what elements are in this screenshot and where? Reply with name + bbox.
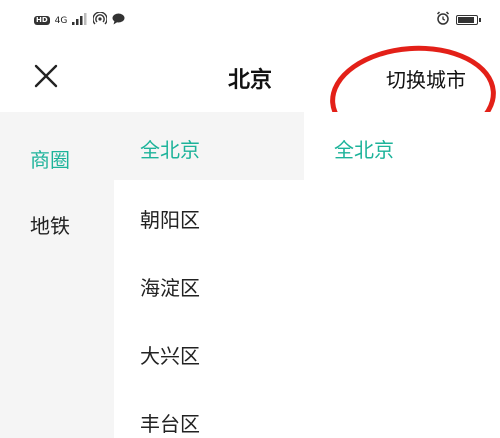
hd-badge: HD [34, 16, 50, 25]
district-item-chaoyang[interactable]: 朝阳区 [140, 204, 200, 233]
district-list: 全北京 朝阳区 海淀区 大兴区 丰台区 [114, 112, 304, 438]
category-item-ditie[interactable]: 地铁 [30, 210, 70, 239]
status-right-group [436, 11, 481, 28]
message-icon [112, 13, 125, 28]
district-item-all-beijing[interactable]: 全北京 [140, 134, 200, 163]
district-item-fengtai[interactable]: 丰台区 [140, 408, 200, 437]
district-item-haidian[interactable]: 海淀区 [140, 272, 200, 301]
alarm-icon [436, 11, 450, 28]
district-item-daxing[interactable]: 大兴区 [140, 340, 200, 369]
category-sidebar: 商圈 地铁 [0, 112, 114, 438]
sub-area-item-all-beijing[interactable]: 全北京 [334, 134, 394, 163]
header: 北京 切换城市 [0, 40, 500, 154]
status-left-group: HD 4G [34, 11, 125, 29]
signal-icon [72, 13, 88, 28]
network-type: 4G [54, 15, 68, 26]
close-button[interactable] [30, 60, 62, 92]
category-item-shangquan[interactable]: 商圈 [30, 144, 70, 173]
battery-icon [456, 14, 481, 25]
switch-city-button[interactable]: 切换城市 [386, 64, 466, 93]
status-bar: HD 4G [0, 0, 500, 40]
battery-fill [458, 16, 474, 23]
sub-area-list: 全北京 [304, 112, 500, 438]
close-icon [34, 64, 58, 88]
hotspot-icon [92, 11, 108, 29]
app-screen: HD 4G 北京 切换城市 商圈 地铁 全北京 朝阳区 海淀区 大兴区 丰台区 … [0, 0, 500, 438]
